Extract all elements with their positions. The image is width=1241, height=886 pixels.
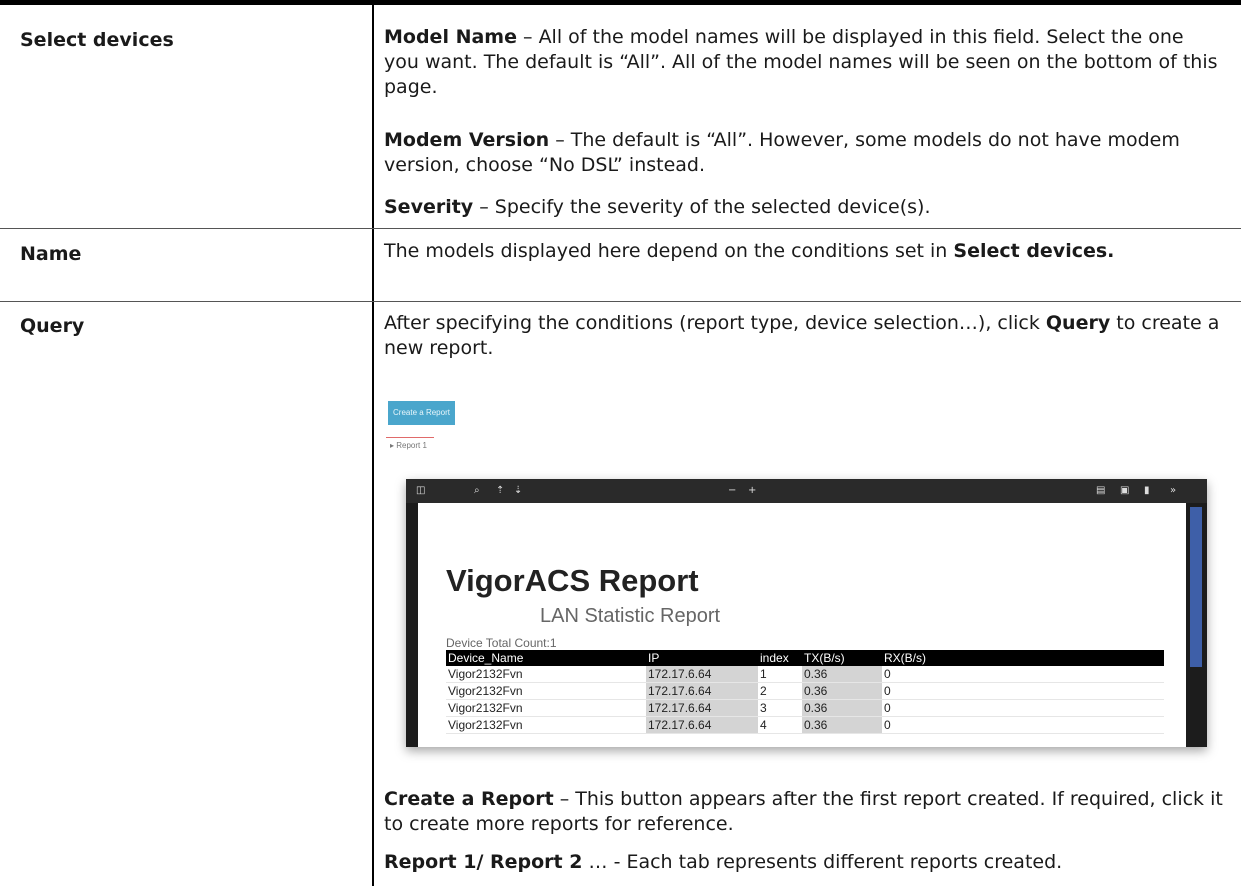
col-tx: TX(B/s) (802, 650, 882, 666)
column-divider (372, 5, 374, 886)
cell-index: 2 (758, 682, 802, 700)
row-label-name: Name (20, 243, 82, 265)
term-query: Query (1045, 312, 1111, 334)
report-page: VigorACS Report LAN Statistic Report Dev… (418, 503, 1186, 747)
term-modem-version: Modem Version (384, 129, 550, 151)
search-icon[interactable]: ⌕ (474, 485, 480, 496)
table-row: Vigor2132Fvn 172.17.6.64 4 0.36 0 (446, 716, 1164, 734)
pdf-viewer: ◫ ⌕ ⇡ ⇣ − + ▤ ▣ ▮ » VigorACS Report LAN … (406, 479, 1207, 747)
print-icon[interactable]: ▤ (1096, 485, 1105, 496)
cell-device-name: Vigor2132Fvn (446, 716, 646, 734)
modem-version-desc: Modem Version – The default is “All”. Ho… (384, 128, 1224, 178)
table-row: Vigor2132Fvn 172.17.6.64 2 0.36 0 (446, 682, 1164, 700)
cell-index: 4 (758, 716, 802, 734)
term-model-name: Model Name (384, 26, 517, 48)
save-icon[interactable]: ▣ (1120, 485, 1129, 496)
bookmark-icon[interactable]: ▮ (1144, 485, 1150, 496)
col-ip: IP (646, 650, 758, 666)
severity-text: – Specify the severity of the selected d… (473, 196, 931, 218)
table-top-border (0, 0, 1241, 5)
cell-rx: 0 (882, 666, 1164, 683)
term-severity: Severity (384, 196, 474, 218)
cell-device-name: Vigor2132Fvn (446, 666, 646, 683)
report-screenshot: Create a Report ▸ Report 1 ◫ ⌕ ⇡ ⇣ − + ▤… (386, 395, 1212, 747)
report-tabs-text: … - Each tab represents different report… (582, 851, 1063, 873)
tab-report-1[interactable]: ▸ Report 1 (390, 441, 427, 450)
report-title: VigorACS Report (446, 563, 699, 598)
row-label-query: Query (20, 315, 85, 337)
create-report-button[interactable]: Create a Report (388, 401, 455, 425)
cell-tx: 0.36 (802, 699, 882, 717)
cell-ip: 172.17.6.64 (646, 699, 758, 717)
cell-ip: 172.17.6.64 (646, 682, 758, 700)
name-text: The models displayed here depend on the … (384, 240, 954, 262)
cell-index: 3 (758, 699, 802, 717)
table-row: Vigor2132Fvn 172.17.6.64 1 0.36 0 (446, 666, 1164, 683)
cell-tx: 0.36 (802, 666, 882, 683)
cell-device-name: Vigor2132Fvn (446, 682, 646, 700)
viewer-scrollbar[interactable] (1190, 507, 1202, 667)
row-separator (0, 228, 1241, 229)
cell-tx: 0.36 (802, 682, 882, 700)
term-select-devices: Select devices. (953, 240, 1115, 262)
sidebar-toggle-icon[interactable]: ◫ (416, 485, 425, 496)
tab-underline (386, 437, 434, 438)
report-subtitle: LAN Statistic Report (540, 605, 721, 627)
cell-ip: 172.17.6.64 (646, 716, 758, 734)
cell-rx: 0 (882, 682, 1164, 700)
prev-page-icon[interactable]: ⇡ (496, 485, 504, 496)
severity-desc: Severity – Specify the severity of the s… (384, 195, 1224, 220)
more-tools-icon[interactable]: » (1170, 485, 1176, 496)
cell-rx: 0 (882, 716, 1164, 734)
col-rx: RX(B/s) (882, 650, 1164, 666)
report-table: Device_Name IP index TX(B/s) RX(B/s) Vig… (446, 650, 1164, 734)
tab-label: Report 1 (396, 441, 427, 450)
next-page-icon[interactable]: ⇣ (514, 485, 522, 496)
table-row: Vigor2132Fvn 172.17.6.64 3 0.36 0 (446, 699, 1164, 717)
cell-device-name: Vigor2132Fvn (446, 699, 646, 717)
col-device-name: Device_Name (446, 650, 646, 666)
col-index: index (758, 650, 802, 666)
name-desc: The models displayed here depend on the … (384, 239, 1224, 264)
cell-tx: 0.36 (802, 716, 882, 734)
zoom-in-icon[interactable]: + (748, 485, 756, 496)
term-create-report: Create a Report (384, 788, 554, 810)
query-intro-text: After specifying the conditions (report … (384, 312, 1046, 334)
cell-index: 1 (758, 666, 802, 683)
row-label-select-devices: Select devices (20, 29, 174, 51)
report-table-header: Device_Name IP index TX(B/s) RX(B/s) (446, 650, 1164, 666)
model-name-desc: Model Name – All of the model names will… (384, 25, 1224, 100)
cell-ip: 172.17.6.64 (646, 666, 758, 683)
row-separator (0, 301, 1241, 302)
term-report-tabs: Report 1/ Report 2 (384, 851, 583, 873)
zoom-out-icon[interactable]: − (728, 485, 736, 496)
query-intro: After specifying the conditions (report … (384, 311, 1224, 361)
pdf-toolbar: ◫ ⌕ ⇡ ⇣ − + ▤ ▣ ▮ » (406, 479, 1207, 503)
report-tabs-desc: Report 1/ Report 2 … - Each tab represen… (384, 850, 1224, 875)
create-report-desc: Create a Report – This button appears af… (384, 787, 1224, 837)
device-count: Device Total Count:1 (446, 636, 557, 650)
cell-rx: 0 (882, 699, 1164, 717)
